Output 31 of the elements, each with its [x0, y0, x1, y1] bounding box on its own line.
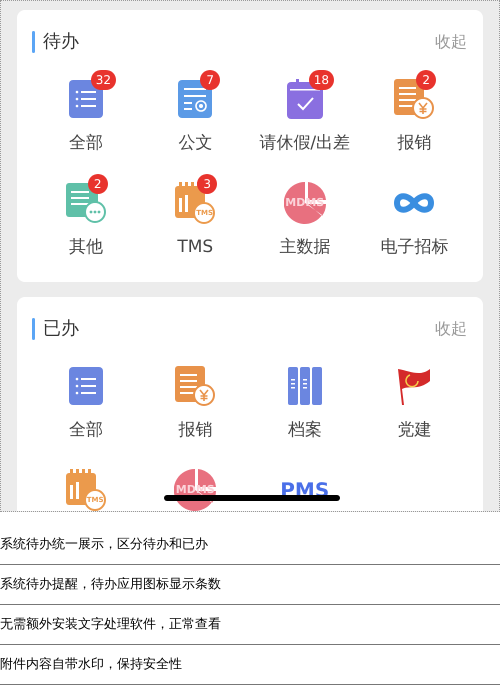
- accent-bar: [32, 318, 35, 340]
- app-label[interactable]: 报销: [397, 132, 432, 154]
- flag-icon: [396, 367, 432, 405]
- app-label[interactable]: 电子招标: [380, 236, 448, 258]
- feature-text: 无需额外安装文字处理软件，正常查看: [0, 616, 221, 634]
- count-badge: 18: [308, 70, 334, 90]
- archive-icon: [288, 367, 322, 405]
- app-label[interactable]: 党建: [397, 419, 432, 441]
- feature-text: 附件内容自带水印，保持安全性: [0, 656, 182, 674]
- app-label[interactable]: 档案: [288, 419, 322, 441]
- app-label[interactable]: 主数据: [279, 236, 330, 258]
- section-title: 待办: [43, 30, 79, 54]
- app-label[interactable]: 请休假/出差: [259, 132, 350, 154]
- app-label[interactable]: 全部: [68, 132, 103, 154]
- count-badge: 7: [200, 70, 220, 90]
- app-label[interactable]: TMS: [177, 236, 214, 258]
- count-badge: 32: [90, 70, 116, 90]
- section-title: 已办: [43, 317, 79, 341]
- count-badge: 2: [88, 174, 108, 194]
- feature-text: 系统待办统一展示，区分待办和已办: [0, 536, 208, 554]
- app-label[interactable]: 公文: [178, 132, 212, 154]
- count-badge: 2: [416, 70, 436, 90]
- accent-bar: [32, 31, 35, 53]
- app-label[interactable]: 其他: [68, 236, 103, 258]
- feature-text: 系统待办提醒，待办应用图标显示条数: [0, 576, 221, 594]
- count-badge: 3: [197, 174, 218, 194]
- receipt-coin-icon: [175, 366, 216, 406]
- app-label[interactable]: 报销: [178, 419, 212, 441]
- list-icon: [68, 367, 103, 405]
- infinity-icon: [394, 192, 434, 214]
- app-label[interactable]: 全部: [68, 419, 103, 441]
